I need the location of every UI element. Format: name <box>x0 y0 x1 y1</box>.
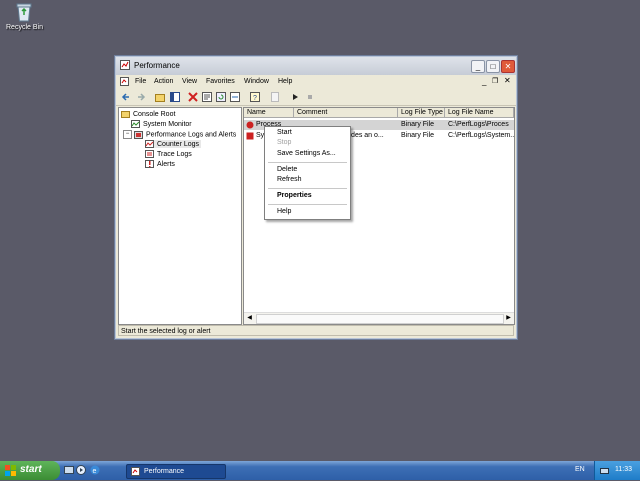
perf-logs-icon <box>134 130 143 139</box>
scroll-thumb[interactable] <box>256 314 504 324</box>
menu-item-start[interactable]: Start <box>277 129 292 136</box>
mdi-close-icon[interactable]: ✕ <box>504 76 511 85</box>
tree-counter-logs-label: Counter Logs <box>157 140 200 148</box>
column-header-log-file-name[interactable]: Log File Name <box>445 108 514 118</box>
start-label: start <box>20 464 42 475</box>
menu-action[interactable]: Action <box>154 78 173 85</box>
start-button[interactable]: start <box>0 461 60 480</box>
maximize-button[interactable]: □ <box>486 60 500 73</box>
menu-favorites[interactable]: Favorites <box>206 78 235 85</box>
show-desktop-icon[interactable] <box>64 465 74 475</box>
taskbar: start e Performance EN 11:33 <box>0 461 640 480</box>
tree-trace-logs-label: Trace Logs <box>157 150 192 158</box>
forward-icon[interactable] <box>136 92 146 102</box>
taskbar-item-performance[interactable]: Performance <box>126 464 226 479</box>
performance-app-icon <box>120 60 130 70</box>
tree-alerts-label: Alerts <box>157 160 175 168</box>
taskbar-item-label: Performance <box>144 468 185 475</box>
row-type: Binary File <box>401 121 435 128</box>
internet-explorer-icon[interactable]: e <box>90 465 100 475</box>
new-log-icon[interactable] <box>270 92 280 102</box>
back-icon[interactable] <box>121 92 131 102</box>
tree-system-monitor-label: System Monitor <box>143 120 192 128</box>
console-tree: Console Root System Monitor − Performance… <box>118 107 242 325</box>
stop-log-icon[interactable] <box>305 92 315 102</box>
row-file: C:\PerfLogs\Proces <box>448 121 509 128</box>
menu-item-save-settings[interactable]: Save Settings As... <box>277 150 336 157</box>
svg-text:e: e <box>93 468 97 475</box>
context-menu: Start Stop Save Settings As... Delete Re… <box>264 126 351 220</box>
column-header-comment[interactable]: Comment <box>294 108 398 118</box>
tree-console-root-label: Console Root <box>133 110 176 118</box>
menu-file[interactable]: File <box>135 78 146 85</box>
media-player-icon[interactable] <box>76 465 86 475</box>
tree-perf-logs-label: Performance Logs and Alerts <box>146 131 237 139</box>
recycle-bin-label: Recycle Bin <box>6 24 43 31</box>
scroll-left-icon[interactable]: ◀ <box>245 314 254 323</box>
up-folder-icon[interactable] <box>155 92 165 102</box>
export-list-icon[interactable] <box>230 92 240 102</box>
menu-window[interactable]: Window <box>244 78 269 85</box>
network-icon[interactable] <box>600 466 609 475</box>
tree-counter-logs[interactable]: Counter Logs <box>145 140 202 148</box>
menu-item-refresh[interactable]: Refresh <box>277 176 302 183</box>
tree-perf-logs[interactable]: − Performance Logs and Alerts <box>123 130 236 139</box>
log-stopped-icon <box>246 132 254 140</box>
row-comment: vides an o... <box>346 132 384 139</box>
row-type: Binary File <box>401 132 435 139</box>
svg-text:?: ? <box>253 95 257 102</box>
tree-system-monitor[interactable]: System Monitor <box>131 120 192 128</box>
language-indicator[interactable]: EN <box>575 466 585 473</box>
mdi-minimize-icon[interactable]: _ <box>482 77 486 86</box>
delete-icon[interactable] <box>188 92 198 102</box>
menu-separator <box>268 188 347 189</box>
mmc-menu-icon[interactable] <box>120 77 129 86</box>
close-button[interactable]: ✕ <box>501 60 515 73</box>
system-tray: 11:33 <box>594 461 640 480</box>
menu-bar: File Action View Favorites Window Help _… <box>116 75 516 88</box>
help-icon[interactable]: ? <box>250 92 260 102</box>
title-bar[interactable]: Performance _ □ ✕ <box>116 57 516 75</box>
mdi-restore-icon[interactable]: ❐ <box>492 77 498 85</box>
recycle-bin-shortcut[interactable]: Recycle Bin <box>6 2 43 31</box>
menu-separator <box>268 204 347 205</box>
log-running-icon <box>246 121 254 129</box>
tree-trace-logs[interactable]: Trace Logs <box>145 150 192 158</box>
row-file: C:\PerfLogs\System... <box>448 132 515 139</box>
menu-view[interactable]: View <box>182 78 197 85</box>
windows-logo-icon <box>5 465 16 476</box>
close-icon: ✕ <box>504 62 512 71</box>
scroll-right-icon[interactable]: ▶ <box>504 314 513 323</box>
folder-icon <box>121 110 130 118</box>
menu-separator <box>268 162 347 163</box>
properties-icon[interactable] <box>202 92 212 102</box>
minimize-icon: _ <box>475 62 481 71</box>
alerts-icon <box>145 160 154 168</box>
toolbar: ? <box>116 89 516 106</box>
menu-item-delete[interactable]: Delete <box>277 166 297 173</box>
performance-task-icon <box>131 467 140 476</box>
menu-item-properties[interactable]: Properties <box>277 192 312 199</box>
start-log-icon[interactable] <box>290 92 300 102</box>
maximize-icon: □ <box>490 62 496 71</box>
clock[interactable]: 11:33 <box>615 466 632 473</box>
trace-logs-icon <box>145 150 154 158</box>
system-monitor-icon <box>131 120 140 128</box>
status-bar: Start the selected log or alert <box>118 325 514 336</box>
menu-help[interactable]: Help <box>278 78 292 85</box>
refresh-icon[interactable] <box>216 92 226 102</box>
collapse-icon[interactable]: − <box>123 130 132 139</box>
show-tree-icon[interactable] <box>170 92 180 102</box>
menu-item-stop[interactable]: Stop <box>277 139 291 146</box>
recycle-bin-icon <box>15 2 33 22</box>
window-title: Performance <box>134 61 180 70</box>
column-header-log-file-type[interactable]: Log File Type <box>398 108 445 118</box>
horizontal-scrollbar[interactable]: ◀ ▶ <box>244 312 514 324</box>
tree-console-root[interactable]: Console Root <box>121 110 175 118</box>
menu-item-help[interactable]: Help <box>277 208 291 215</box>
counter-logs-icon <box>145 140 154 148</box>
column-header-name[interactable]: Name <box>244 108 294 118</box>
tree-alerts[interactable]: Alerts <box>145 160 175 168</box>
minimize-button[interactable]: _ <box>471 60 485 73</box>
